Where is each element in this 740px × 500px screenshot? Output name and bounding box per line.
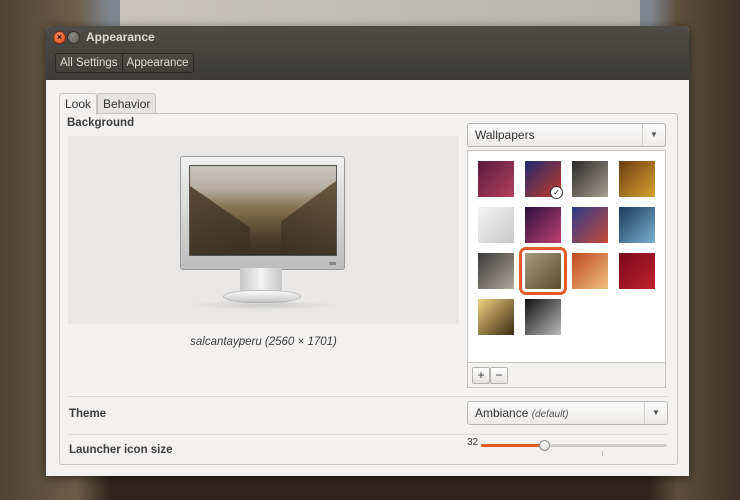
slider-handle[interactable] bbox=[539, 440, 551, 451]
wallpaper-thumb-white-shore[interactable] bbox=[478, 207, 514, 243]
wallpaper-thumb-golden-light[interactable] bbox=[619, 161, 655, 197]
titlebar[interactable]: × Appearance All Settings Appearance bbox=[46, 26, 689, 80]
monitor-led bbox=[329, 262, 336, 265]
theme-label: Theme bbox=[69, 408, 107, 420]
breadcrumb-all-settings[interactable]: All Settings bbox=[56, 54, 122, 72]
launcher-size-value: 32 bbox=[467, 437, 479, 448]
theme-value: Ambiance bbox=[475, 406, 529, 420]
appearance-window: × Appearance All Settings Appearance Loo… bbox=[46, 26, 689, 476]
wallpaper-grid-toolbar: + − bbox=[467, 362, 666, 388]
look-panel: Background salcantayperu (2560 × 1701) W… bbox=[59, 113, 678, 465]
monitor-shadow bbox=[188, 300, 338, 310]
monitor-illustration bbox=[180, 156, 345, 270]
wallpaper-source-select[interactable]: Wallpapers ▼ bbox=[467, 123, 666, 147]
breadcrumb-appearance[interactable]: Appearance bbox=[121, 54, 193, 72]
remove-wallpaper-button[interactable]: − bbox=[490, 367, 508, 384]
wallpaper-thumb-blue-lake[interactable] bbox=[619, 207, 655, 243]
monitor-neck bbox=[240, 268, 282, 292]
wallpaper-thumb-red-leaf[interactable] bbox=[619, 253, 655, 289]
launcher-size-slider[interactable] bbox=[481, 440, 667, 451]
minimize-button[interactable] bbox=[67, 31, 80, 44]
wallpaper-thumb-turntable-blue[interactable]: ✓ bbox=[525, 161, 563, 199]
preview-screen bbox=[189, 165, 337, 256]
wallpaper-grid: ✓ bbox=[467, 150, 666, 363]
background-label: Background bbox=[67, 117, 135, 129]
tab-bar: Look Behavior bbox=[59, 93, 157, 115]
theme-default-tag: (default) bbox=[531, 409, 569, 420]
slider-tick bbox=[602, 451, 603, 456]
content-area: Look Behavior Background salcantayperu (… bbox=[46, 80, 689, 476]
wallpaper-source-value: Wallpapers bbox=[475, 128, 535, 142]
divider bbox=[68, 434, 667, 435]
close-icon: × bbox=[56, 32, 63, 42]
breadcrumb: All Settings Appearance bbox=[55, 53, 194, 73]
wallpaper-thumb-purple-bokeh[interactable] bbox=[525, 207, 561, 243]
window-title: Appearance bbox=[86, 30, 155, 44]
add-wallpaper-button[interactable]: + bbox=[472, 367, 490, 384]
wallpaper-thumb-rocky-beach[interactable] bbox=[478, 253, 514, 289]
chevron-down-icon: ▼ bbox=[644, 402, 667, 424]
slider-fill bbox=[481, 444, 545, 447]
wallpaper-thumb-train-station[interactable] bbox=[572, 161, 608, 197]
tab-look[interactable]: Look bbox=[59, 93, 98, 115]
divider bbox=[68, 396, 667, 397]
wallpaper-caption: salcantayperu (2560 × 1701) bbox=[190, 336, 337, 348]
chevron-down-icon: ▼ bbox=[642, 124, 665, 146]
wallpaper-thumb-purple-blur[interactable] bbox=[478, 161, 514, 197]
checkmark-icon: ✓ bbox=[550, 186, 563, 199]
wallpaper-thumb-bw-building[interactable] bbox=[525, 299, 561, 335]
wallpaper-thumb-sunset-field[interactable] bbox=[478, 299, 514, 335]
wallpaper-preview bbox=[68, 136, 459, 324]
close-button[interactable]: × bbox=[53, 31, 66, 44]
wallpaper-thumb-orange-flare[interactable] bbox=[572, 253, 608, 289]
launcher-size-label: Launcher icon size bbox=[69, 444, 173, 456]
wallpaper-thumb-salcantayperu[interactable] bbox=[519, 247, 567, 295]
tab-behavior[interactable]: Behavior bbox=[97, 93, 157, 115]
theme-select[interactable]: Ambiance (default) ▼ bbox=[467, 401, 668, 425]
wallpaper-thumb-turntable-red[interactable] bbox=[572, 207, 608, 243]
